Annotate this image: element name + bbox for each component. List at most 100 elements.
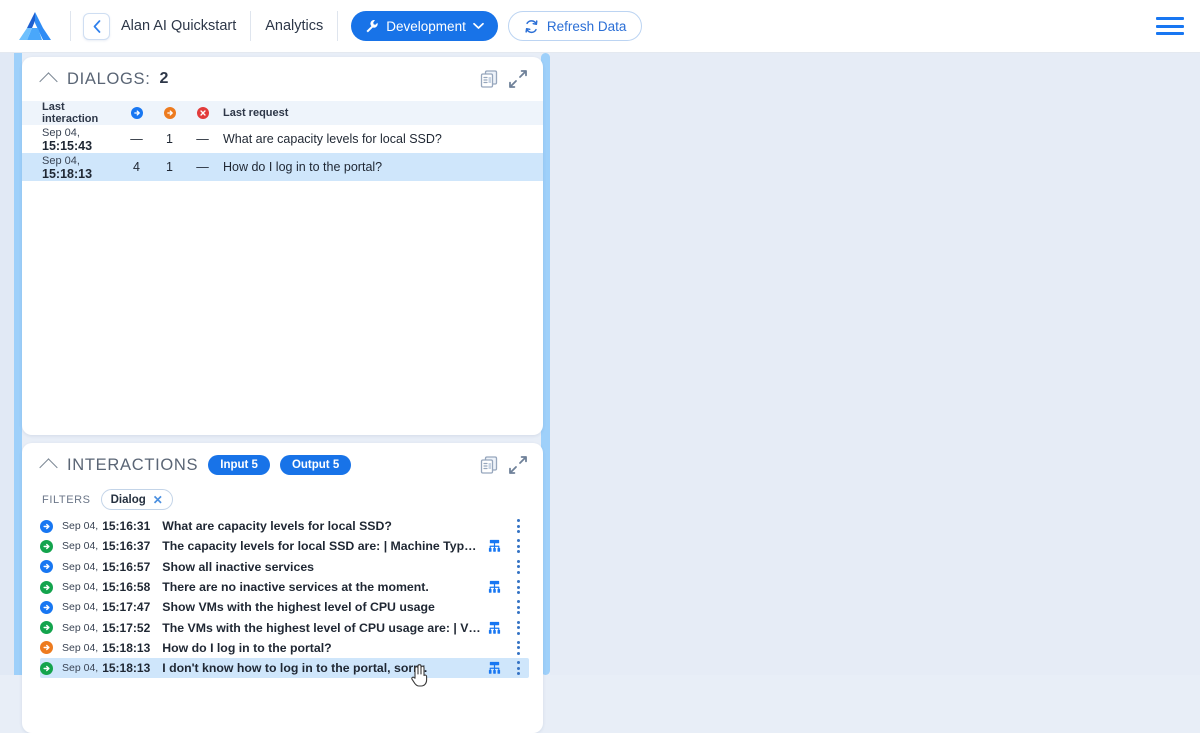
wrench-icon (366, 19, 378, 33)
filter-chip-dialog[interactable]: Dialog ✕ (100, 489, 173, 510)
cell-last-interaction: Sep 04, 15:15:43 (22, 125, 120, 153)
close-x-icon[interactable]: ✕ (153, 493, 163, 507)
arrow-right-circle-green-icon (40, 661, 62, 675)
refresh-icon (525, 19, 538, 33)
more-vertical-icon[interactable] (507, 580, 529, 595)
left-accent-strip (14, 53, 22, 675)
interaction-row[interactable]: Sep 04, 15:16:37 The capacity levels for l… (40, 536, 529, 556)
dialogs-count: 2 (159, 70, 169, 87)
app-logo[interactable] (0, 11, 70, 41)
interaction-date: Sep 04, (62, 641, 99, 654)
filters-label: FILTERS (42, 493, 91, 506)
more-vertical-icon[interactable] (507, 640, 529, 655)
interaction-time: 15:16:31 (102, 519, 151, 534)
top-navigation-bar: Alan AI Quickstart Analytics Development… (0, 0, 1200, 53)
copy-documents-icon[interactable] (478, 68, 500, 90)
interaction-date: Sep 04, (62, 621, 99, 634)
table-chart-icon[interactable] (481, 621, 507, 635)
menu-line (1156, 17, 1184, 20)
divider (70, 11, 71, 41)
dialogs-header-actions (478, 68, 529, 90)
breadcrumb-project[interactable]: Alan AI Quickstart (110, 18, 250, 34)
menu-line (1156, 32, 1184, 35)
interactions-panel-header: INTERACTIONS Input 5 Output 5 (22, 443, 543, 487)
badge-input-count[interactable]: Input 5 (208, 455, 270, 475)
more-vertical-icon[interactable] (507, 620, 529, 635)
column-error-count[interactable] (186, 101, 219, 125)
more-vertical-icon[interactable] (507, 539, 529, 554)
divider (337, 11, 339, 41)
column-unmatched-count[interactable] (153, 101, 186, 125)
back-button[interactable] (83, 12, 110, 40)
arrow-right-circle-orange-icon (163, 107, 176, 120)
table-chart-icon[interactable] (481, 580, 507, 594)
hamburger-menu-icon[interactable] (1156, 14, 1184, 38)
menu-line (1156, 24, 1184, 28)
badge-output-count[interactable]: Output 5 (279, 455, 352, 475)
interaction-row[interactable]: Sep 04, 15:17:47 Show VMs with the highest… (40, 597, 529, 617)
interaction-row[interactable]: Sep 04, 15:18:13 How do I log in to the po… (40, 638, 529, 658)
cell-input-count: — (130, 132, 143, 146)
arrow-right-circle-orange-icon (40, 641, 62, 655)
chevron-up-icon[interactable] (39, 457, 58, 477)
table-header-row: Last interaction Last request (22, 101, 543, 125)
cell-error-count: — (186, 153, 219, 181)
right-empty-pane (550, 53, 1200, 675)
expand-diagonal-icon[interactable] (507, 454, 529, 476)
filters-bar: FILTERS Dialog ✕ (22, 487, 543, 516)
x-circle-red-icon (196, 107, 209, 120)
row-date: Sep 04, (42, 155, 80, 167)
interactions-panel: INTERACTIONS Input 5 Output 5 FILTERS Di… (22, 443, 543, 733)
interaction-time: 15:17:52 (102, 620, 151, 635)
interaction-text: Show all inactive services (162, 559, 314, 574)
refresh-data-button[interactable]: Refresh Data (507, 11, 643, 41)
arrow-right-circle-blue-icon (40, 519, 62, 533)
expand-diagonal-icon[interactable] (507, 68, 529, 90)
interactions-list: Sep 04, 15:16:31 What are capacity levels … (22, 516, 543, 679)
more-vertical-icon[interactable] (507, 661, 529, 676)
cell-error-count: — (196, 132, 209, 146)
interaction-time: 15:16:58 (102, 580, 151, 595)
interaction-text: Show VMs with the highest level of CPU u… (162, 600, 435, 615)
interaction-row[interactable]: Sep 04, 15:18:13 I don't know how to log i… (40, 658, 529, 679)
row-date: Sep 04, (42, 127, 80, 139)
interactions-header-actions (478, 454, 529, 476)
interaction-row[interactable]: Sep 04, 15:16:31 What are capacity levels … (40, 516, 529, 536)
interaction-date: Sep 04, (62, 601, 99, 614)
cell-unmatched-count: 1 (166, 132, 173, 146)
interaction-row[interactable]: Sep 04, 15:16:58 There are no inactive ser… (40, 577, 529, 597)
filter-chip-label: Dialog (110, 493, 146, 506)
interaction-time: 15:16:57 (102, 559, 151, 574)
more-vertical-icon[interactable] (507, 559, 529, 574)
table-row[interactable]: Sep 04, 15:15:43 — 1 — What are capacity… (22, 125, 543, 153)
table-chart-icon[interactable] (481, 661, 507, 675)
arrow-right-circle-blue-icon (130, 107, 143, 120)
cell-last-request: What are capacity levels for local SSD? (223, 132, 442, 146)
interaction-text: The capacity levels for local SSD are: |… (162, 539, 481, 554)
table-row[interactable]: Sep 04, 15:18:13 4 1 — How do I log in t… (22, 153, 543, 181)
row-time: 15:15:43 (42, 139, 93, 153)
interaction-row[interactable]: Sep 04, 15:17:52 The VMs with the highest … (40, 617, 529, 637)
dialogs-panel-title: DIALOGS: (67, 69, 151, 88)
arrow-right-circle-green-icon (40, 539, 62, 553)
column-input-count[interactable] (120, 101, 153, 125)
left-gutter (0, 53, 14, 675)
table-chart-icon[interactable] (481, 539, 507, 553)
interaction-date: Sep 04, (62, 540, 99, 553)
copy-documents-icon[interactable] (478, 454, 500, 476)
environment-selector-button[interactable]: Development (351, 11, 498, 41)
chevron-up-icon[interactable] (39, 71, 58, 91)
column-last-request[interactable]: Last request (219, 101, 543, 125)
row-time: 15:18:13 (42, 167, 93, 181)
column-last-interaction[interactable]: Last interaction (22, 101, 120, 125)
interaction-row[interactable]: Sep 04, 15:16:57 Show all inactive service… (40, 557, 529, 577)
interaction-time: 15:16:37 (102, 539, 151, 554)
interactions-panel-title: INTERACTIONS (67, 455, 199, 474)
interaction-date: Sep 04, (62, 662, 99, 675)
breadcrumb-section[interactable]: Analytics (251, 18, 337, 34)
more-vertical-icon[interactable] (507, 519, 529, 534)
arrow-right-circle-green-icon (40, 580, 62, 594)
more-vertical-icon[interactable] (507, 600, 529, 615)
arrow-right-circle-green-icon (40, 621, 62, 635)
cell-unmatched-count: 1 (153, 153, 186, 181)
